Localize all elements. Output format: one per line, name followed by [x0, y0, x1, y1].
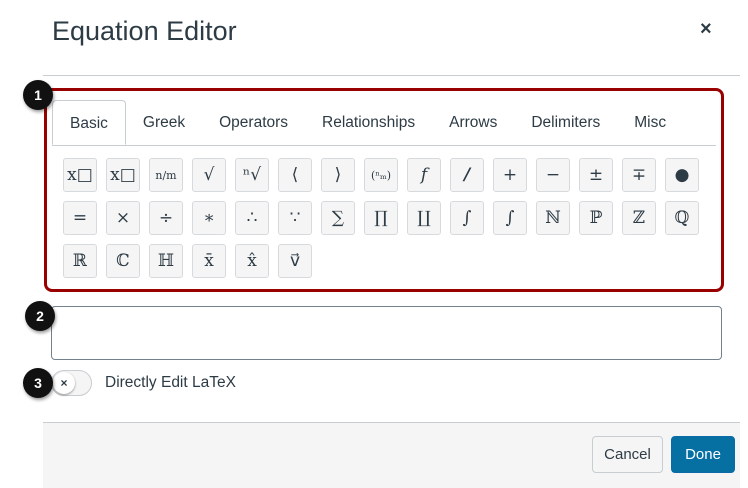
- integers-icon: ℤ: [632, 208, 646, 228]
- reals-icon: ℝ: [72, 251, 88, 271]
- callout-2: 2: [25, 301, 55, 331]
- minus-button[interactable]: −: [536, 158, 570, 192]
- product-button[interactable]: ∏: [364, 201, 398, 235]
- primes-icon: ℙ: [589, 208, 603, 228]
- superscript-button[interactable]: x□: [106, 158, 140, 192]
- minus-plus-icon: ∓: [631, 165, 647, 185]
- left-angle-icon: ⟨: [291, 165, 299, 185]
- tab-misc[interactable]: Misc: [617, 100, 683, 145]
- quaternions-button[interactable]: ℍ: [149, 244, 183, 278]
- asterisk-icon: ∗: [203, 208, 215, 228]
- tab-relationships[interactable]: Relationships: [305, 100, 432, 145]
- bullet-icon: ●: [674, 165, 690, 185]
- complex-icon: ℂ: [116, 251, 130, 271]
- tab-operators[interactable]: Operators: [202, 100, 305, 145]
- binomial-button[interactable]: (ⁿₘ): [364, 158, 398, 192]
- tab-basic[interactable]: Basic: [52, 100, 126, 145]
- asterisk-button[interactable]: ∗: [192, 201, 226, 235]
- symbol-grid: x□ x□ n/m √ ⁿ√ ⟨ ⟩ (ⁿₘ) 𝑓 / + − ± ∓ ● = × ÷ ∗ ∴ ∵ ∑ ∏ ∐ ∫ ∫ ℕ ℙ ℤ ℚ ℝ ℂ…: [63, 158, 713, 278]
- bullet-button[interactable]: ●: [665, 158, 699, 192]
- minus-icon: −: [545, 165, 561, 185]
- equals-icon: =: [72, 208, 88, 228]
- fraction-icon: n/m: [155, 168, 177, 182]
- hat-icon: x̂: [247, 251, 257, 271]
- callout-1: 1: [23, 80, 53, 110]
- close-button[interactable]: ×: [700, 18, 712, 41]
- naturals-icon: ℕ: [545, 208, 561, 228]
- function-icon: 𝑓: [420, 165, 428, 185]
- because-icon: ∵: [289, 208, 301, 228]
- sum-button[interactable]: ∑: [321, 201, 355, 235]
- product-icon: ∏: [374, 208, 388, 228]
- times-button[interactable]: ×: [106, 201, 140, 235]
- tab-arrows[interactable]: Arrows: [432, 100, 514, 145]
- minus-plus-button[interactable]: ∓: [622, 158, 656, 192]
- bold-slash-button[interactable]: /: [450, 158, 484, 192]
- overline-icon: x̄: [204, 251, 214, 271]
- divider: [43, 75, 740, 76]
- naturals-button[interactable]: ℕ: [536, 201, 570, 235]
- dialog-footer: Cancel Done: [43, 422, 740, 488]
- cancel-button[interactable]: Cancel: [592, 436, 663, 473]
- equation-input[interactable]: [51, 306, 722, 360]
- plus-icon: +: [502, 165, 518, 185]
- times-icon: ×: [115, 208, 131, 228]
- left-angle-button[interactable]: ⟨: [278, 158, 312, 192]
- bold-slash-icon: /: [463, 165, 471, 185]
- integers-button[interactable]: ℤ: [622, 201, 656, 235]
- done-button[interactable]: Done: [671, 436, 735, 473]
- fraction-button[interactable]: n/m: [149, 158, 183, 192]
- vector-button[interactable]: v⃗: [278, 244, 312, 278]
- integral-icon: ∫: [505, 208, 515, 228]
- right-angle-icon: ⟩: [334, 165, 342, 185]
- nth-root-icon: ⁿ√: [242, 165, 262, 185]
- plus-minus-icon: ±: [588, 165, 604, 185]
- latex-toggle-label: Directly Edit LaTeX: [105, 374, 236, 391]
- coproduct-button[interactable]: ∐: [407, 201, 441, 235]
- tab-greek[interactable]: Greek: [126, 100, 202, 145]
- rationals-icon: ℚ: [674, 208, 690, 228]
- square-root-button[interactable]: √: [192, 158, 226, 192]
- reals-button[interactable]: ℝ: [63, 244, 97, 278]
- subscript-button[interactable]: x□: [63, 158, 97, 192]
- plus-button[interactable]: +: [493, 158, 527, 192]
- function-button[interactable]: 𝑓: [407, 158, 441, 192]
- therefore-icon: ∴: [246, 208, 258, 228]
- quaternions-icon: ℍ: [157, 251, 175, 271]
- nth-root-button[interactable]: ⁿ√: [235, 158, 269, 192]
- dialog-title: Equation Editor: [52, 16, 237, 46]
- definite-integral-icon: ∫: [462, 208, 472, 228]
- definite-integral-button[interactable]: ∫: [450, 201, 484, 235]
- sum-icon: ∑: [331, 208, 345, 228]
- integral-button[interactable]: ∫: [493, 201, 527, 235]
- overline-button[interactable]: x̄: [192, 244, 226, 278]
- binomial-icon: (ⁿₘ): [370, 168, 392, 182]
- callout-3: 3: [23, 368, 53, 398]
- because-button[interactable]: ∵: [278, 201, 312, 235]
- primes-button[interactable]: ℙ: [579, 201, 613, 235]
- divide-button[interactable]: ÷: [149, 201, 183, 235]
- rationals-button[interactable]: ℚ: [665, 201, 699, 235]
- latex-toggle[interactable]: ×: [51, 370, 92, 396]
- plus-minus-button[interactable]: ±: [579, 158, 613, 192]
- coproduct-icon: ∐: [417, 208, 431, 228]
- hat-button[interactable]: x̂: [235, 244, 269, 278]
- vector-icon: v⃗: [289, 251, 301, 271]
- tab-delimiters[interactable]: Delimiters: [514, 100, 617, 145]
- therefore-button[interactable]: ∴: [235, 201, 269, 235]
- right-angle-button[interactable]: ⟩: [321, 158, 355, 192]
- equals-button[interactable]: =: [63, 201, 97, 235]
- subscript-icon: x□: [67, 165, 93, 185]
- x-icon: ×: [53, 372, 75, 394]
- square-root-icon: √: [203, 165, 215, 185]
- tab-bar: Basic Greek Operators Relationships Arrows De…: [52, 100, 716, 146]
- divide-icon: ÷: [158, 208, 174, 228]
- superscript-icon: x□: [110, 165, 136, 185]
- complex-button[interactable]: ℂ: [106, 244, 140, 278]
